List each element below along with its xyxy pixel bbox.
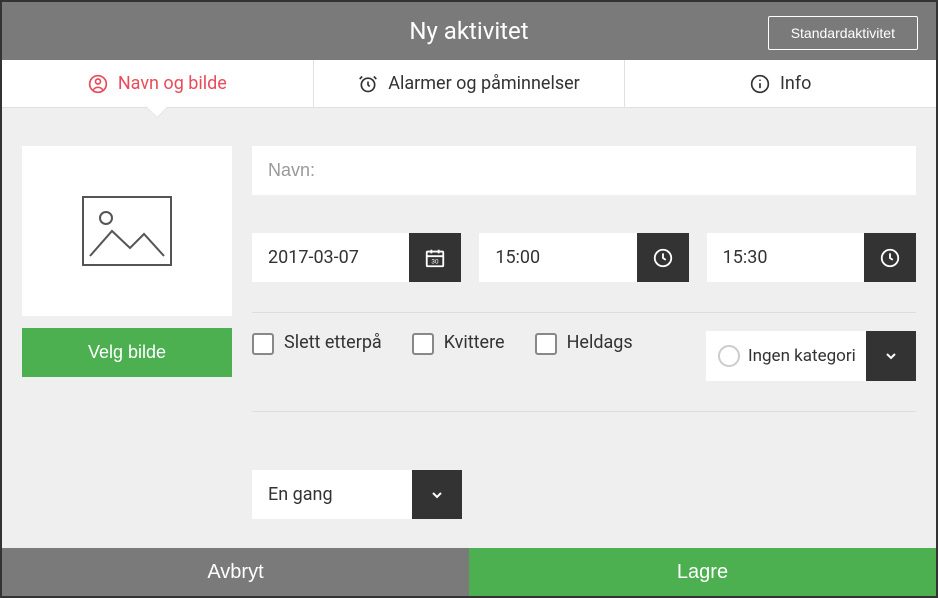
save-button[interactable]: Lagre bbox=[469, 548, 936, 596]
standard-activity-button[interactable]: Standardaktivitet bbox=[768, 16, 918, 50]
divider bbox=[252, 312, 916, 313]
options-row: Slett etterpå Kvittere Heldags Ingen kat… bbox=[252, 331, 916, 381]
clock-icon bbox=[864, 233, 916, 282]
time-end-value: 15:30 bbox=[707, 233, 864, 282]
date-value: 2017-03-07 bbox=[252, 233, 409, 282]
category-label: Ingen kategori bbox=[748, 331, 866, 381]
clock-icon bbox=[637, 233, 689, 282]
tab-name-image[interactable]: Navn og bilde bbox=[2, 60, 314, 107]
checkbox-icon bbox=[252, 333, 274, 355]
recurrence-select[interactable]: En gang bbox=[252, 470, 462, 519]
name-input[interactable] bbox=[252, 146, 916, 195]
choose-image-button[interactable]: Velg bilde bbox=[22, 328, 232, 377]
checkbox-icon bbox=[412, 333, 434, 355]
category-circle-icon bbox=[718, 345, 740, 367]
checkbox-label: Slett etterpå bbox=[284, 331, 382, 354]
alarm-clock-icon bbox=[358, 74, 378, 94]
image-placeholder bbox=[22, 146, 232, 316]
delete-after-checkbox[interactable]: Slett etterpå bbox=[252, 331, 382, 355]
time-end-field[interactable]: 15:30 bbox=[707, 233, 916, 282]
info-icon bbox=[750, 74, 770, 94]
dialog-title: Ny aktivitet bbox=[409, 17, 528, 45]
time-start-value: 15:00 bbox=[479, 233, 636, 282]
tab-alarms[interactable]: Alarmer og påminnelser bbox=[314, 60, 626, 107]
date-time-row: 2017-03-07 30 15:00 bbox=[252, 233, 916, 282]
dialog-header: Ny aktivitet Standardaktivitet bbox=[2, 2, 936, 60]
calendar-icon: 30 bbox=[409, 233, 461, 282]
tab-bar: Navn og bilde Alarmer og påminnelser Inf… bbox=[2, 60, 936, 108]
tab-label: Alarmer og påminnelser bbox=[388, 73, 580, 94]
time-start-field[interactable]: 15:00 bbox=[479, 233, 688, 282]
tab-label: Navn og bilde bbox=[118, 73, 227, 94]
chevron-down-icon bbox=[412, 470, 462, 519]
date-field[interactable]: 2017-03-07 30 bbox=[252, 233, 461, 282]
image-placeholder-icon bbox=[82, 196, 172, 266]
chevron-down-icon bbox=[866, 331, 916, 381]
checkbox-label: Kvittere bbox=[444, 331, 505, 354]
image-column: Velg bilde bbox=[22, 146, 232, 528]
form-column: 2017-03-07 30 15:00 bbox=[252, 146, 916, 528]
svg-text:30: 30 bbox=[432, 257, 440, 265]
tab-label: Info bbox=[780, 73, 811, 94]
tab-info[interactable]: Info bbox=[625, 60, 936, 107]
all-day-checkbox[interactable]: Heldags bbox=[535, 331, 633, 355]
recurrence-value: En gang bbox=[252, 470, 412, 519]
receipt-checkbox[interactable]: Kvittere bbox=[412, 331, 505, 355]
dialog-footer: Avbryt Lagre bbox=[2, 548, 936, 596]
person-icon bbox=[88, 74, 108, 94]
category-select[interactable]: Ingen kategori bbox=[706, 331, 916, 381]
cancel-button[interactable]: Avbryt bbox=[2, 548, 469, 596]
checkbox-label: Heldags bbox=[567, 331, 633, 354]
divider bbox=[252, 411, 916, 412]
recurrence-row: En gang bbox=[252, 470, 916, 519]
content-area: Velg bilde 2017-03-07 30 15:00 bbox=[2, 108, 936, 548]
checkbox-icon bbox=[535, 333, 557, 355]
